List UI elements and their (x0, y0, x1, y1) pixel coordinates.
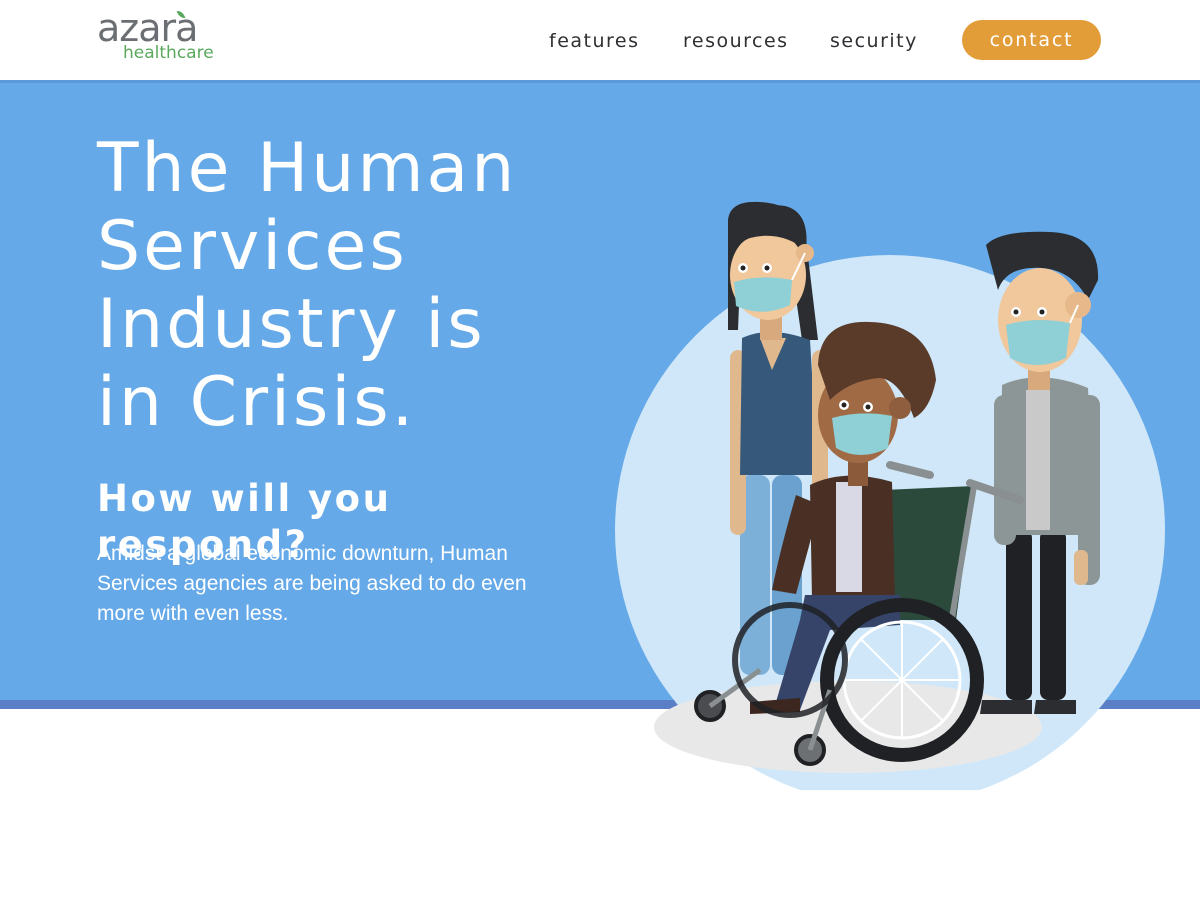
logo-subtitle: healthcare (123, 43, 214, 63)
headline-line: in Crisis. (97, 363, 417, 442)
headline-line: Services (97, 207, 408, 286)
azara-logo[interactable]: azara healthcare (97, 8, 237, 66)
hero-top-shadow (0, 80, 1200, 83)
nav-link-features[interactable]: features (549, 28, 640, 54)
hero-headline: The Human Services Industry is in Crisis… (97, 130, 577, 442)
nav-link-resources[interactable]: resources (683, 28, 789, 54)
contact-button[interactable]: contact (962, 20, 1101, 60)
masked-people-wheelchair-illustration (615, 201, 1165, 790)
nav-link-security[interactable]: security (830, 28, 918, 54)
headline-line: The Human (97, 129, 518, 208)
hero-body-text: Amidst a global economic downturn, Human… (97, 542, 527, 625)
headline-line: Industry is (97, 285, 486, 364)
site-header: azara healthcare features resources secu… (0, 0, 1200, 80)
